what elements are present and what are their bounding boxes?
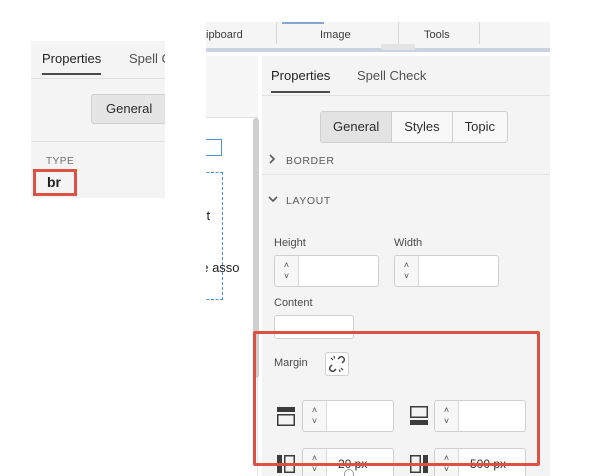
ribbon-group-tools[interactable]: Tools	[424, 29, 450, 41]
type-label: TYPE	[46, 156, 75, 167]
type-value-highlighted: br	[33, 169, 77, 196]
decrement-icon[interactable]: ˅	[404, 271, 409, 282]
ribbon-separator	[276, 22, 277, 44]
margin-top-value[interactable]	[327, 401, 393, 431]
document-text-fragment: ne asso	[206, 260, 240, 275]
width-stepper[interactable]: ˄ ˅	[395, 256, 419, 286]
properties-segmented-control: General Styles Topic	[320, 111, 509, 143]
properties-panel-crop: Properties Spell C General TYPE br	[31, 41, 165, 198]
increment-icon[interactable]: ˄	[404, 260, 409, 271]
ribbon-group-clipboard[interactable]: ipboard	[206, 29, 243, 41]
height-value[interactable]	[299, 256, 378, 286]
decrement-icon[interactable]: ˅	[444, 464, 449, 475]
ribbon-toolbar: ipboard Image Tools	[206, 22, 550, 52]
height-field[interactable]: ˄ ˅	[274, 255, 379, 287]
tab-spell-check[interactable]: Spell Check	[357, 68, 426, 83]
width-value[interactable]	[419, 256, 498, 286]
document-header-area	[206, 56, 258, 118]
margin-left-icon	[275, 453, 297, 475]
margin-bottom-icon	[408, 405, 430, 427]
unlink-margin-button[interactable]	[325, 352, 349, 376]
increment-icon[interactable]: ˄	[444, 405, 449, 416]
decrement-icon[interactable]: ˅	[444, 416, 449, 427]
increment-icon[interactable]: ˄	[284, 260, 289, 271]
ribbon-indicator	[282, 22, 324, 24]
margin-left-value[interactable]: 20 px	[327, 449, 393, 476]
margin-top-stepper[interactable]: ˄ ˅	[303, 401, 327, 431]
unlink-icon	[326, 355, 348, 379]
segment-styles[interactable]: Styles	[392, 112, 453, 142]
editor-crop: ipboard Image Tools xt ne asso Propertie…	[206, 22, 550, 476]
increment-icon[interactable]: ˄	[444, 453, 449, 464]
element-outline	[206, 172, 223, 300]
vertical-scrollbar[interactable]	[253, 118, 259, 378]
tab-properties[interactable]: Properties	[271, 68, 331, 93]
properties-panel: Properties Spell Check General Styles To…	[262, 56, 550, 476]
width-label: Width	[394, 237, 423, 249]
panel-tabs: Properties Spell Check	[262, 56, 550, 96]
general-segment-button[interactable]: General	[91, 94, 165, 124]
decrement-icon[interactable]: ˅	[284, 271, 289, 282]
height-label: Height	[274, 237, 306, 249]
selected-element-box[interactable]	[206, 139, 222, 156]
margin-right-field[interactable]: ˄ ˅ 500 px	[434, 448, 526, 476]
ribbon-control[interactable]	[381, 44, 415, 50]
tab-properties[interactable]: Properties	[42, 51, 102, 75]
width-field[interactable]: ˄ ˅	[394, 255, 499, 287]
tab-spell-check[interactable]: Spell C	[129, 51, 165, 66]
panel-tabs: Properties Spell C	[31, 41, 165, 79]
decrement-icon[interactable]: ˅	[312, 416, 317, 427]
increment-icon[interactable]: ˄	[312, 405, 317, 416]
content-field[interactable]	[274, 315, 354, 339]
increment-icon[interactable]: ˄	[312, 453, 317, 464]
height-stepper[interactable]: ˄ ˅	[275, 256, 299, 286]
margin-bottom-value[interactable]	[459, 401, 525, 431]
divider	[31, 141, 165, 142]
margin-top-field[interactable]: ˄ ˅	[302, 400, 394, 432]
margin-bottom-stepper[interactable]: ˄ ˅	[435, 401, 459, 431]
section-layout-label: LAYOUT	[286, 195, 331, 207]
segment-general[interactable]: General	[321, 112, 393, 142]
ribbon-group-image[interactable]: Image	[320, 29, 351, 41]
margin-bottom-field[interactable]: ˄ ˅	[434, 400, 526, 432]
section-border-header[interactable]: BORDER	[262, 149, 550, 175]
margin-label: Margin	[274, 357, 308, 369]
chevron-down-icon	[268, 194, 278, 206]
margin-right-value[interactable]: 500 px	[459, 449, 525, 476]
ribbon-separator	[398, 22, 399, 44]
section-layout-header[interactable]: LAYOUT	[262, 189, 550, 215]
decrement-icon[interactable]: ˅	[312, 464, 317, 475]
margin-left-stepper[interactable]: ˄ ˅	[303, 449, 327, 476]
section-border-label: BORDER	[286, 155, 335, 167]
margin-top-icon	[275, 405, 297, 427]
chevron-right-icon	[268, 154, 276, 167]
margin-right-icon	[408, 453, 430, 475]
partial-control	[344, 469, 354, 476]
margin-right-stepper[interactable]: ˄ ˅	[435, 449, 459, 476]
ribbon-separator	[479, 22, 480, 44]
document-canvas[interactable]: xt ne asso	[206, 56, 259, 476]
segment-topic[interactable]: Topic	[453, 112, 507, 142]
content-label: Content	[274, 297, 313, 309]
